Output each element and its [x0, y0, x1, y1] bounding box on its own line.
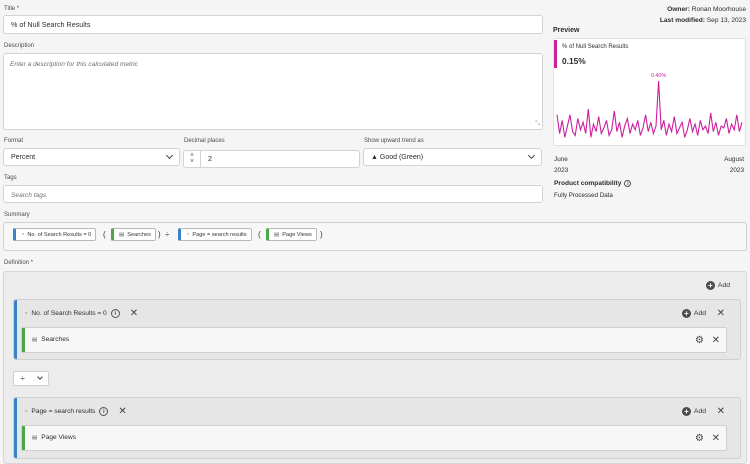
tags-input[interactable]: Search tags [3, 185, 543, 203]
modified-value: Sep 13, 2023 [706, 17, 746, 24]
container-header: ◔ No. of Search Results = 0 i ✕ [24, 308, 139, 319]
metric-icon: ▤ [32, 434, 38, 441]
format-label: Format [4, 138, 24, 144]
summary-segment-pill: ◔ Page = search results [178, 228, 252, 241]
chevron-down-icon [165, 151, 174, 160]
title-value: % of Null Search Results [11, 20, 91, 29]
add-icon: + [705, 281, 715, 290]
close-paren: ) [158, 230, 161, 239]
info-icon[interactable]: i [99, 407, 109, 416]
preview-card: % of Null Search Results 0.15% 0.40% [553, 38, 746, 146]
decimal-value: 2 [208, 155, 212, 163]
preview-metric-name: % of Null Search Results [562, 44, 629, 50]
segment-color-bar [14, 398, 17, 458]
close-icon[interactable]: ✕ [130, 308, 138, 319]
segment-icon: ◔ [24, 310, 28, 317]
segment-icon: ◔ [24, 408, 28, 415]
trend-select[interactable]: ▲ Good (Green) [363, 148, 542, 166]
description-placeholder: Enter a description for this calculated … [10, 61, 138, 68]
operator-value: ÷ [20, 374, 25, 383]
metric-row[interactable]: ▤ Page Views ⚙ ✕ [21, 425, 727, 451]
owner-label: Owner: [667, 6, 690, 13]
open-paren: ( [103, 230, 106, 239]
metric-title: ▤ Searches [32, 336, 70, 343]
gear-icon[interactable]: ⚙ [695, 434, 704, 444]
close-paren: ) [320, 230, 323, 239]
summary-label: Summary [4, 212, 30, 218]
close-icon[interactable]: ✕ [712, 336, 720, 346]
preview-end-date: August 2023 [724, 156, 744, 174]
metric-meta: Owner: Ronan Moorhouse Last modified: Se… [660, 4, 746, 26]
stepper-down-icon[interactable]: ˅ [190, 159, 194, 165]
metric-icon: ▤ [119, 231, 125, 238]
summary-segment-pill: ◔ No. of Search Results = 0 [13, 228, 97, 241]
trend-value: ▲ Good (Green) [371, 153, 424, 161]
chevron-down-icon [527, 151, 536, 160]
container-add-button[interactable]: + Add [681, 309, 706, 318]
resize-handle-icon[interactable]: ⤡ [535, 121, 540, 128]
close-icon[interactable]: ✕ [712, 434, 720, 444]
close-icon[interactable]: ✕ [717, 309, 725, 319]
operator-select[interactable]: ÷ [13, 371, 49, 386]
sparkline-series [556, 80, 743, 138]
description-label: Description [4, 43, 35, 49]
chevron-down-icon [36, 374, 43, 380]
container-header: ◔ Page = search results i ✕ [24, 406, 127, 417]
tags-placeholder: Search tags [11, 192, 47, 199]
add-icon: + [681, 407, 691, 416]
segment-color-bar [14, 300, 17, 359]
compat-heading: Product compatibility i [554, 180, 632, 187]
container-add-button[interactable]: + Add [681, 407, 706, 416]
decimal-label: Decimal places [184, 138, 225, 144]
definition-canvas: + Add ◔ No. of Search Results = 0 i ✕ + Ad… [3, 271, 747, 464]
metric-color-bar [22, 426, 25, 450]
format-select[interactable]: Percent [3, 148, 180, 166]
segment-container[interactable]: ◔ No. of Search Results = 0 i ✕ + Add ✕ ▤… [13, 299, 741, 360]
add-icon: + [681, 309, 691, 318]
trend-label: Show upward trend as [364, 138, 424, 144]
metric-title: ▤ Page Views [32, 434, 76, 441]
compat-value: Fully Processed Data [554, 192, 613, 199]
definition-label: Definition * [4, 260, 34, 266]
preview-accent-bar [554, 40, 557, 68]
preview-start-date: June 2023 [554, 156, 569, 174]
preview-metric-value: 0.15% [562, 56, 586, 66]
tags-label: Tags [4, 175, 17, 181]
preview-heading: Preview [553, 27, 580, 34]
title-input[interactable]: % of Null Search Results [3, 15, 543, 34]
format-value: Percent [11, 153, 36, 161]
open-paren: ( [258, 230, 261, 239]
segment-container[interactable]: ◔ Page = search results i ✕ + Add ✕ ▤ Pag… [13, 397, 741, 459]
summary-metric-pill: ▤ Searches [111, 228, 156, 241]
summary-box: ◔ No. of Search Results = 0 ( ▤ Searches )… [3, 222, 747, 251]
metric-row[interactable]: ▤ Searches ⚙ ✕ [21, 327, 727, 353]
summary-operator: ÷ [165, 230, 170, 239]
segment-icon: ◔ [186, 231, 190, 238]
definition-add-button[interactable]: + Add [705, 281, 730, 290]
info-icon[interactable]: i [624, 180, 632, 187]
title-label: Title * [4, 6, 20, 12]
owner-value: Ronan Moorhouse [691, 6, 746, 13]
description-textarea[interactable]: Enter a description for this calculated … [3, 53, 543, 130]
metric-icon: ▤ [274, 231, 280, 238]
gear-icon[interactable]: ⚙ [695, 336, 704, 346]
metric-icon: ▤ [32, 336, 38, 343]
close-icon[interactable]: ✕ [118, 406, 126, 417]
close-icon[interactable]: ✕ [717, 407, 725, 417]
peak-label: 0.40% [651, 73, 666, 79]
preview-sparkline: 0.40% [556, 73, 743, 138]
modified-label: Last modified: [659, 17, 705, 24]
segment-icon: ◔ [21, 231, 25, 238]
decimal-stepper[interactable]: ˄ ˅ 2 [183, 150, 360, 168]
summary-metric-pill: ▤ Page Views [266, 228, 317, 241]
info-icon[interactable]: i [110, 309, 120, 318]
metric-color-bar [22, 328, 25, 352]
